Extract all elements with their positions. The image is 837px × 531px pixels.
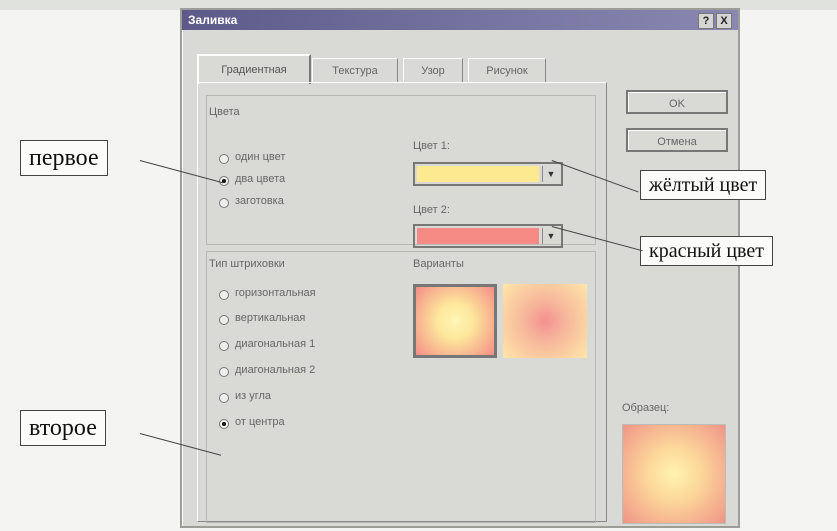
radio-from-center[interactable] (219, 419, 229, 429)
gradient-panel: Цвета один цвет два цвета заготовка Цвет… (197, 82, 607, 523)
sample-preview (622, 424, 726, 524)
radio-from-center-label: от центра (235, 416, 285, 428)
callout-first: первое (20, 140, 108, 176)
tab-gradient[interactable]: Градиентная (197, 54, 311, 84)
radio-preset-label: заготовка (235, 195, 284, 207)
dialog-title: Заливка (188, 13, 238, 27)
radio-horizontal[interactable] (219, 290, 229, 300)
dialog-title-bar: Заливка ? X (182, 10, 738, 30)
color1-label: Цвет 1: (413, 140, 450, 152)
color2-swatch (417, 228, 539, 244)
radio-horizontal-label: горизонтальная (235, 287, 316, 299)
help-button[interactable]: ? (698, 13, 714, 29)
radio-two-colors-label: два цвета (235, 173, 286, 185)
chevron-down-icon[interactable]: ▼ (542, 228, 559, 244)
radio-from-corner-label: из угла (235, 390, 272, 402)
chevron-down-icon[interactable]: ▼ (542, 166, 559, 182)
callout-second: второе (20, 410, 106, 446)
color1-select[interactable]: ▼ (413, 162, 563, 186)
radio-diagonal-1-label: диагональная 1 (235, 338, 316, 350)
hatch-group: Тип штриховки горизонтальная вертикальна… (206, 251, 596, 523)
ok-button[interactable]: OK (626, 90, 728, 114)
color1-swatch (417, 166, 539, 182)
colors-group: Цвета один цвет два цвета заготовка Цвет… (206, 95, 596, 248)
radio-from-corner[interactable] (219, 393, 229, 403)
radio-vertical[interactable] (219, 315, 229, 325)
radio-one-color-label: один цвет (235, 151, 286, 163)
gradient-variant-2[interactable] (503, 284, 587, 358)
tab-texture[interactable]: Текстура (312, 58, 398, 83)
radio-diagonal-1[interactable] (219, 341, 229, 351)
radio-one-color[interactable] (219, 154, 229, 164)
color2-label: Цвет 2: (413, 204, 450, 216)
close-button[interactable]: X (716, 13, 732, 29)
variants-label: Варианты (413, 258, 464, 270)
cancel-button[interactable]: Отмена (626, 128, 728, 152)
sample-label: Образец: (622, 402, 670, 414)
colors-group-title: Цвета (209, 106, 240, 118)
callout-red: красный цвет (640, 236, 773, 266)
color2-select[interactable]: ▼ (413, 224, 563, 248)
hatch-group-title: Тип штриховки (209, 258, 285, 270)
tab-picture[interactable]: Рисунок (468, 58, 546, 83)
radio-diagonal-2[interactable] (219, 367, 229, 377)
tab-pattern[interactable]: Узор (403, 58, 463, 83)
radio-diagonal-2-label: диагональная 2 (235, 364, 316, 376)
gradient-variant-1[interactable] (413, 284, 497, 358)
fill-dialog: Заливка ? X Градиентная Текстура Узор Ри… (180, 8, 740, 528)
callout-yellow: жёлтый цвет (640, 170, 767, 200)
radio-preset[interactable] (219, 198, 229, 208)
radio-vertical-label: вертикальная (235, 312, 306, 324)
